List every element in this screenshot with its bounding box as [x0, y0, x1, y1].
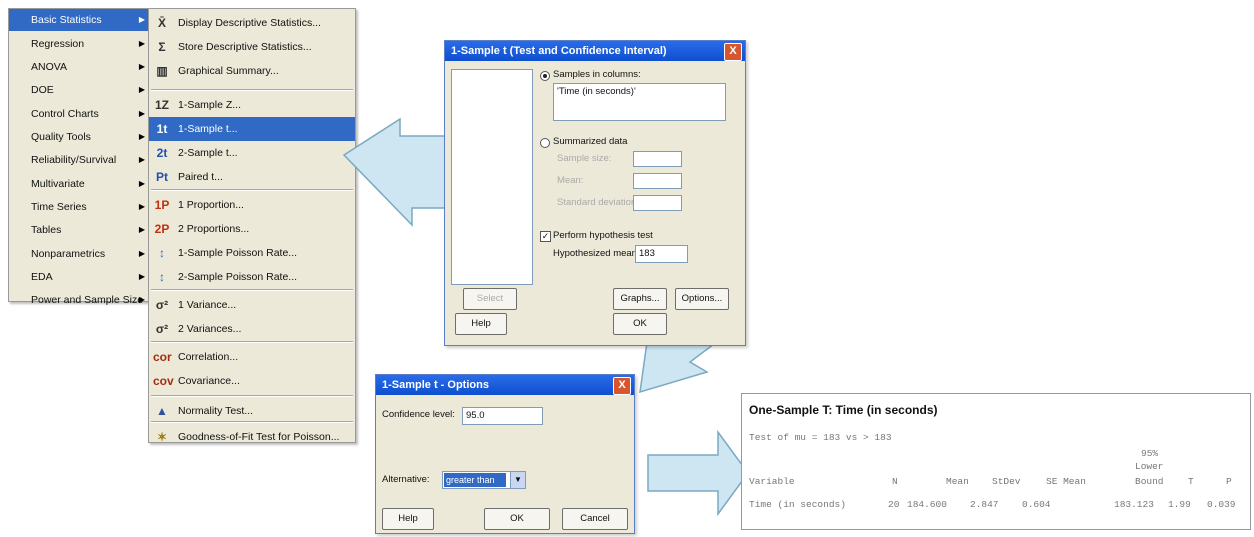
one-sample-t-dialog: 1-Sample t (Test and Confidence Interval… — [444, 40, 746, 346]
test-line: Test of mu = 183 vs > 183 — [749, 432, 892, 443]
header-mean: Mean — [946, 476, 969, 487]
options-ok-button[interactable]: OK — [484, 508, 550, 530]
perform-test-checkbox[interactable]: ✓ — [540, 231, 551, 242]
samples-in-columns-radio[interactable] — [540, 71, 550, 81]
columns-field[interactable]: 'Time (in seconds)' — [553, 83, 726, 121]
select-button[interactable]: Select — [463, 288, 517, 310]
header-t: T — [1188, 476, 1194, 487]
arrow-to-output-icon — [647, 429, 749, 517]
ok-button[interactable]: OK — [613, 313, 667, 335]
header-stdev: StDev — [992, 476, 1021, 487]
chevron-down-icon[interactable]: ▼ — [510, 472, 525, 488]
sample-size-label: Sample size: — [557, 153, 612, 164]
dialog-title: 1-Sample t (Test and Confidence Interval… — [445, 41, 745, 61]
summarized-data-label: Summarized data — [553, 136, 628, 147]
mean-label: Mean: — [557, 175, 584, 186]
options-help-button[interactable]: Help — [382, 508, 434, 530]
row-se-mean: 0.604 — [1022, 499, 1051, 510]
header-95: 95% — [1141, 448, 1159, 459]
header-n: N — [892, 476, 898, 487]
session-output: One-Sample T: Time (in seconds) Test of … — [741, 393, 1251, 530]
confidence-level-label: Confidence level: — [382, 409, 455, 420]
options-button[interactable]: Options... — [675, 288, 729, 310]
sample-size-field[interactable] — [633, 151, 682, 167]
graphs-button[interactable]: Graphs... — [613, 288, 667, 310]
perform-test-label: Perform hypothesis test — [553, 230, 653, 241]
hyp-mean-field[interactable]: 183 — [635, 245, 688, 263]
row-mean: 184.600 — [907, 499, 947, 510]
summarized-data-radio[interactable] — [540, 138, 550, 148]
help-button[interactable]: Help — [455, 313, 507, 335]
row-variable: Time (in seconds) — [749, 499, 846, 510]
header-bound: Bound — [1135, 476, 1164, 487]
hyp-mean-label: Hypothesized mean: — [553, 248, 640, 259]
alternative-value: greater than — [444, 473, 506, 487]
row-t: 1.99 — [1168, 499, 1191, 510]
row-stdev: 2.847 — [970, 499, 999, 510]
row-bound: 183.123 — [1114, 499, 1154, 510]
row-n: 20 — [888, 499, 900, 510]
header-lower: Lower — [1135, 461, 1164, 472]
header-p: P — [1226, 476, 1232, 487]
mean-field[interactable] — [633, 173, 682, 189]
row-p: 0.039 — [1207, 499, 1236, 510]
one-sample-t-options-dialog: 1-Sample t - Options X Confidence level:… — [375, 374, 635, 534]
output-title: One-Sample T: Time (in seconds) — [749, 403, 938, 417]
samples-in-columns-label: Samples in columns: — [553, 69, 641, 80]
header-se-mean: SE Mean — [1046, 476, 1086, 487]
close-button[interactable]: X — [724, 43, 742, 61]
options-title: 1-Sample t - Options — [376, 375, 634, 395]
header-variable: Variable — [749, 476, 795, 487]
alternative-select[interactable]: greater than ▼ — [442, 471, 526, 489]
confidence-level-field[interactable]: 95.0 — [462, 407, 543, 425]
alternative-label: Alternative: — [382, 474, 430, 485]
options-close-button[interactable]: X — [613, 377, 631, 395]
options-cancel-button[interactable]: Cancel — [562, 508, 628, 530]
std-dev-field[interactable] — [633, 195, 682, 211]
variable-list[interactable] — [451, 69, 533, 285]
std-dev-label: Standard deviation: — [557, 197, 639, 208]
